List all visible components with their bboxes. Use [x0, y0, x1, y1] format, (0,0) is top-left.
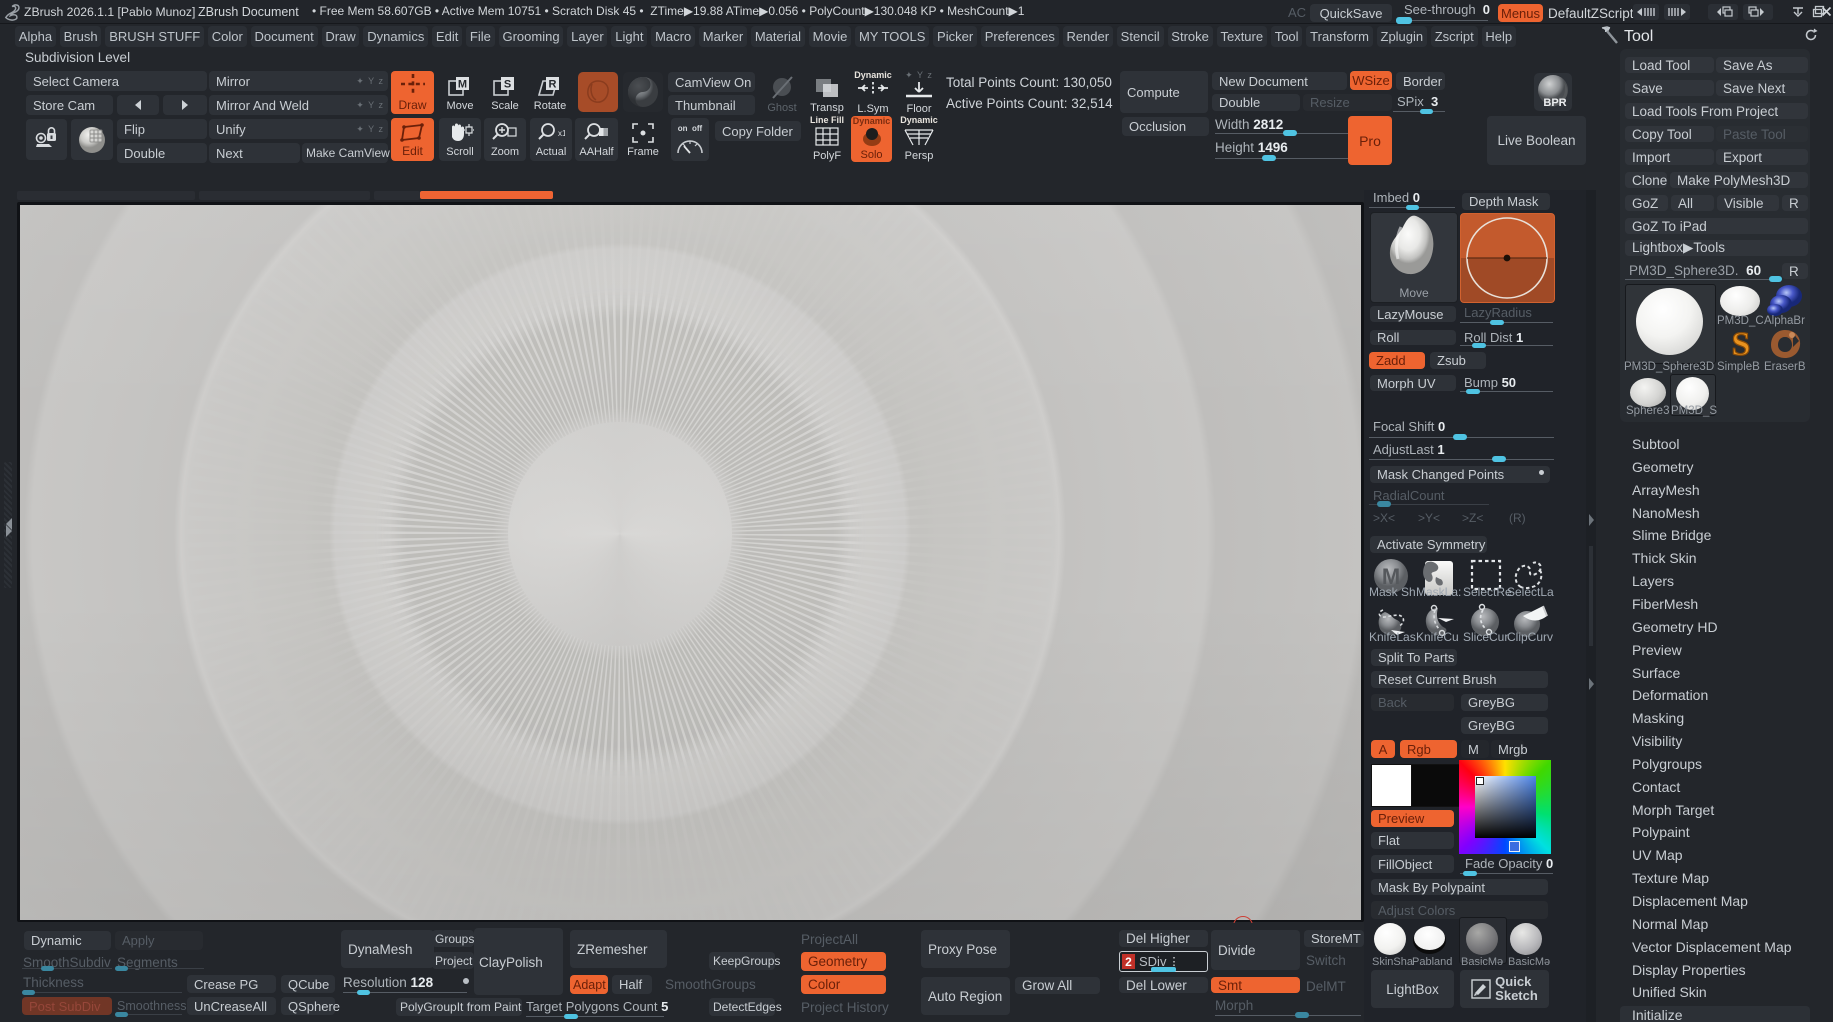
svg-text:S: S [504, 78, 511, 90]
svg-text:R: R [549, 78, 557, 90]
svg-text:M: M [458, 78, 467, 90]
svg-text:S: S [1732, 327, 1751, 361]
svg-text:BPR: BPR [1543, 97, 1566, 109]
svg-text:x1: x1 [558, 129, 565, 138]
